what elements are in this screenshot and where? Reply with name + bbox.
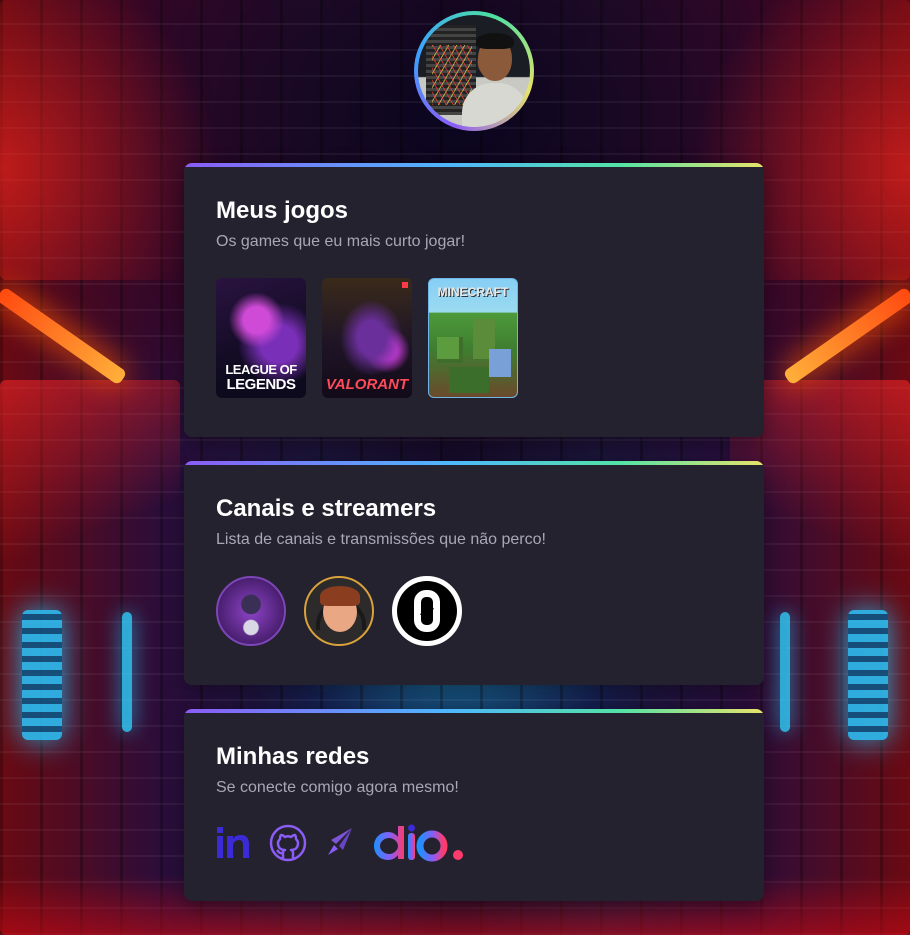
lol-logo: LEAGUE OF LEGENDS — [225, 362, 297, 393]
rocket-icon[interactable] — [322, 825, 358, 861]
games-card: Meus jogos Os games que eu mais curto jo… — [184, 163, 764, 437]
socials-subtitle: Se conecte comigo agora mesmo! — [216, 779, 459, 796]
game-league-of-legends[interactable]: LEAGUE OF LEGENDS — [216, 278, 306, 398]
channels-card: Canais e streamers Lista de canais e tra… — [184, 461, 764, 685]
games-list: LEAGUE OF LEGENDS VALORANT MINECRAFT — [216, 278, 518, 398]
channel-avatar-2[interactable] — [304, 576, 374, 646]
channel-avatar-1[interactable] — [216, 576, 286, 646]
valorant-logo: VALORANT — [325, 376, 409, 393]
social-links — [216, 823, 468, 863]
minecraft-logo: MINECRAFT — [437, 285, 509, 299]
channels-list — [216, 576, 462, 646]
dio-icon[interactable] — [372, 824, 468, 862]
github-icon[interactable] — [268, 823, 308, 863]
socials-card: Minhas redes Se conecte comigo agora mes… — [184, 709, 764, 901]
games-subtitle: Os games que eu mais curto jogar! — [216, 233, 466, 250]
socials-title: Minhas redes — [216, 743, 370, 770]
channels-title: Canais e streamers — [216, 495, 437, 522]
game-valorant[interactable]: VALORANT — [322, 278, 412, 398]
profile-avatar — [414, 11, 534, 131]
channels-subtitle: Lista de canais e transmissões que não p… — [216, 531, 546, 548]
channel-avatar-3[interactable] — [392, 576, 462, 646]
linkedin-icon[interactable] — [216, 824, 254, 862]
profile-photo — [418, 15, 530, 127]
game-minecraft[interactable]: MINECRAFT — [428, 278, 518, 398]
games-title: Meus jogos — [216, 197, 349, 224]
